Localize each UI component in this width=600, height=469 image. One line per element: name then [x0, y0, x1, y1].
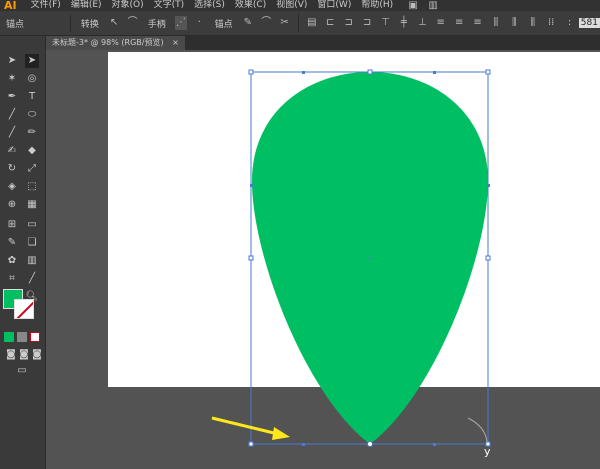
canvas-overlay: y — [211, 69, 491, 458]
cursor-arc — [467, 417, 488, 443]
cursor-label: y — [484, 445, 491, 458]
selected-anchor-point[interactable] — [367, 441, 373, 447]
